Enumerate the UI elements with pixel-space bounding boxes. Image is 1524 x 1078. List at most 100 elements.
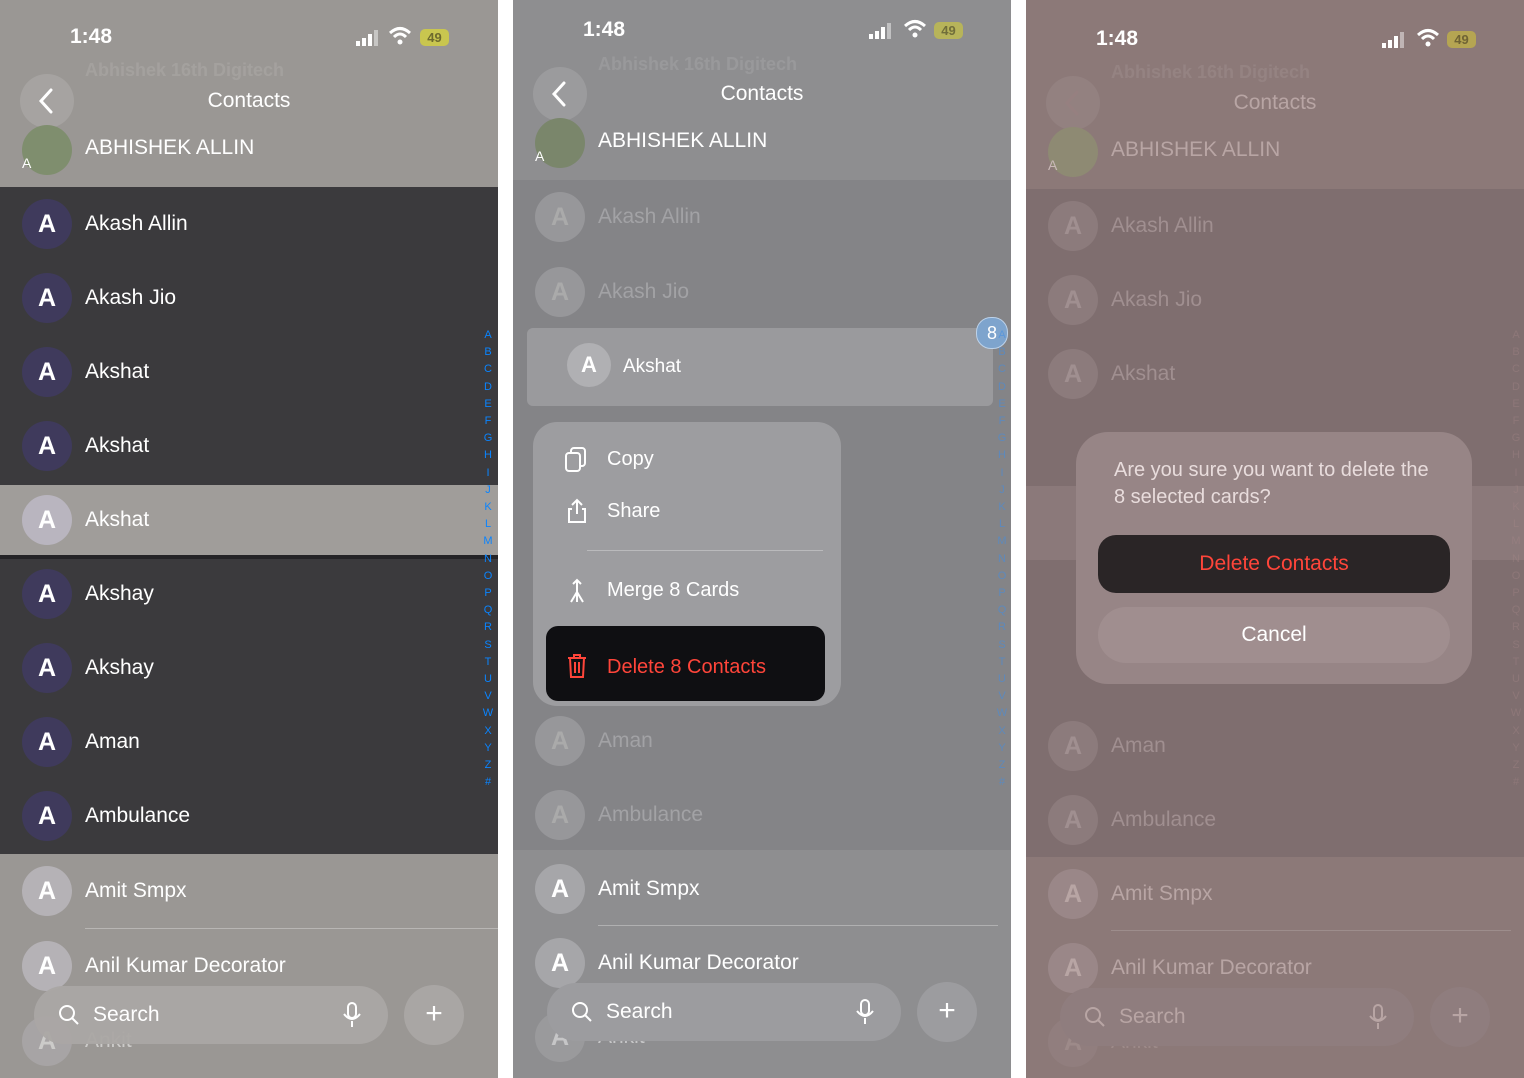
index-letter[interactable]: E [1510, 396, 1522, 413]
index-letter[interactable]: H [996, 447, 1008, 464]
index-letter[interactable]: N [996, 551, 1008, 568]
search-field[interactable]: Search [1060, 988, 1414, 1046]
menu-item-merge[interactable]: Merge 8 Cards [533, 565, 833, 615]
index-letter[interactable]: M [482, 533, 494, 550]
microphone-icon[interactable] [340, 1002, 364, 1028]
search-field[interactable]: Search [34, 986, 388, 1044]
contact-row[interactable]: A Aman [513, 704, 1011, 778]
contact-row[interactable]: A Akshat [0, 409, 498, 483]
index-letter[interactable]: F [1510, 413, 1522, 430]
index-letter[interactable]: G [1510, 430, 1522, 447]
menu-item-share[interactable]: Share [533, 486, 833, 536]
index-letter[interactable]: I [996, 465, 1008, 482]
contact-row[interactable]: A Amit Smpx [1026, 857, 1524, 931]
contact-row[interactable]: A Ambulance [0, 779, 498, 853]
index-letter[interactable]: Z [482, 757, 494, 774]
index-letter[interactable]: R [996, 619, 1008, 636]
index-letter[interactable]: D [1510, 379, 1522, 396]
index-letter[interactable]: Q [996, 602, 1008, 619]
index-letter[interactable]: L [1510, 516, 1522, 533]
index-letter[interactable]: A [996, 327, 1008, 344]
index-letter[interactable]: V [482, 688, 494, 705]
index-letter[interactable]: P [482, 585, 494, 602]
contact-row[interactable]: A Akshat [0, 335, 498, 409]
contact-row[interactable]: A Akash Jio [0, 261, 498, 335]
index-letter[interactable]: K [996, 499, 1008, 516]
index-letter[interactable]: # [482, 774, 494, 791]
search-field[interactable]: Search [547, 983, 901, 1041]
index-letter[interactable]: I [1510, 465, 1522, 482]
index-letter[interactable]: V [996, 688, 1008, 705]
index-letter[interactable]: Y [482, 740, 494, 757]
index-letter[interactable]: X [996, 723, 1008, 740]
contact-row[interactable]: A Akshat [0, 483, 498, 557]
index-letter[interactable]: H [482, 447, 494, 464]
index-letter[interactable]: Z [1510, 757, 1522, 774]
index-letter[interactable]: N [1510, 551, 1522, 568]
index-letter[interactable]: Q [1510, 602, 1522, 619]
header-contact-name[interactable]: ABHISHEK ALLIN [85, 136, 254, 160]
index-letter[interactable]: J [482, 482, 494, 499]
header-contact-name[interactable]: ABHISHEK ALLIN [1111, 138, 1280, 162]
index-letter[interactable]: N [482, 551, 494, 568]
index-letter[interactable]: E [482, 396, 494, 413]
delete-contacts-menu-button[interactable]: Delete 8 Contacts [546, 626, 825, 701]
index-letter[interactable]: O [996, 568, 1008, 585]
index-letter[interactable]: X [482, 723, 494, 740]
contact-row[interactable]: A Akash Jio [1026, 263, 1524, 337]
contact-row[interactable]: A Amit Smpx [513, 852, 1011, 926]
index-letter[interactable]: B [482, 344, 494, 361]
index-letter[interactable]: P [1510, 585, 1522, 602]
contact-row[interactable]: A Akash Allin [513, 180, 1011, 254]
preview-card[interactable]: A Akshat [527, 328, 993, 406]
index-letter[interactable]: B [1510, 344, 1522, 361]
index-letter[interactable]: A [482, 327, 494, 344]
index-letter[interactable]: Y [1510, 740, 1522, 757]
index-letter[interactable]: B [996, 344, 1008, 361]
index-letter[interactable]: D [482, 379, 494, 396]
index-letter[interactable]: U [1510, 671, 1522, 688]
index-letter[interactable]: F [482, 413, 494, 430]
contact-row[interactable]: A Akshay [0, 557, 498, 631]
contact-row[interactable]: A Akash Jio [513, 255, 1011, 329]
index-letter[interactable]: J [1510, 482, 1522, 499]
index-letter[interactable]: W [1510, 705, 1522, 722]
contact-row[interactable]: A Aman [1026, 709, 1524, 783]
contact-row[interactable]: A Akshay [0, 631, 498, 705]
index-letter[interactable]: W [996, 705, 1008, 722]
contact-row[interactable]: A Akash Allin [0, 187, 498, 261]
index-letter[interactable]: V [1510, 688, 1522, 705]
index-letter[interactable]: S [996, 637, 1008, 654]
index-letter[interactable]: C [482, 361, 494, 378]
index-letter[interactable]: T [996, 654, 1008, 671]
index-letter[interactable]: J [996, 482, 1008, 499]
contact-row[interactable]: A Akash Allin [1026, 189, 1524, 263]
index-letter[interactable]: M [996, 533, 1008, 550]
index-letter[interactable]: O [1510, 568, 1522, 585]
menu-item-copy[interactable]: Copy [533, 434, 833, 484]
index-letter[interactable]: S [482, 637, 494, 654]
index-letter[interactable]: H [1510, 447, 1522, 464]
index-letter[interactable]: E [996, 396, 1008, 413]
index-letter[interactable]: F [996, 413, 1008, 430]
index-letter[interactable]: U [482, 671, 494, 688]
index-letter[interactable]: L [996, 516, 1008, 533]
index-letter[interactable]: Z [996, 757, 1008, 774]
index-letter[interactable]: # [996, 774, 1008, 791]
index-letter[interactable]: D [996, 379, 1008, 396]
index-letter[interactable]: G [482, 430, 494, 447]
index-letter[interactable]: K [482, 499, 494, 516]
add-contact-button[interactable]: + [404, 985, 464, 1045]
index-letter[interactable]: G [996, 430, 1008, 447]
cancel-button[interactable]: Cancel [1098, 607, 1450, 663]
index-letter[interactable]: I [482, 465, 494, 482]
add-contact-button[interactable]: + [917, 982, 977, 1042]
index-letter[interactable]: # [1510, 774, 1522, 791]
index-letter[interactable]: X [1510, 723, 1522, 740]
add-contact-button[interactable]: + [1430, 987, 1490, 1047]
index-letter[interactable]: O [482, 568, 494, 585]
contact-row[interactable]: A Akshat [1026, 337, 1524, 411]
index-letter[interactable]: T [482, 654, 494, 671]
index-letter[interactable]: Q [482, 602, 494, 619]
contact-row[interactable]: A Ambulance [1026, 783, 1524, 857]
